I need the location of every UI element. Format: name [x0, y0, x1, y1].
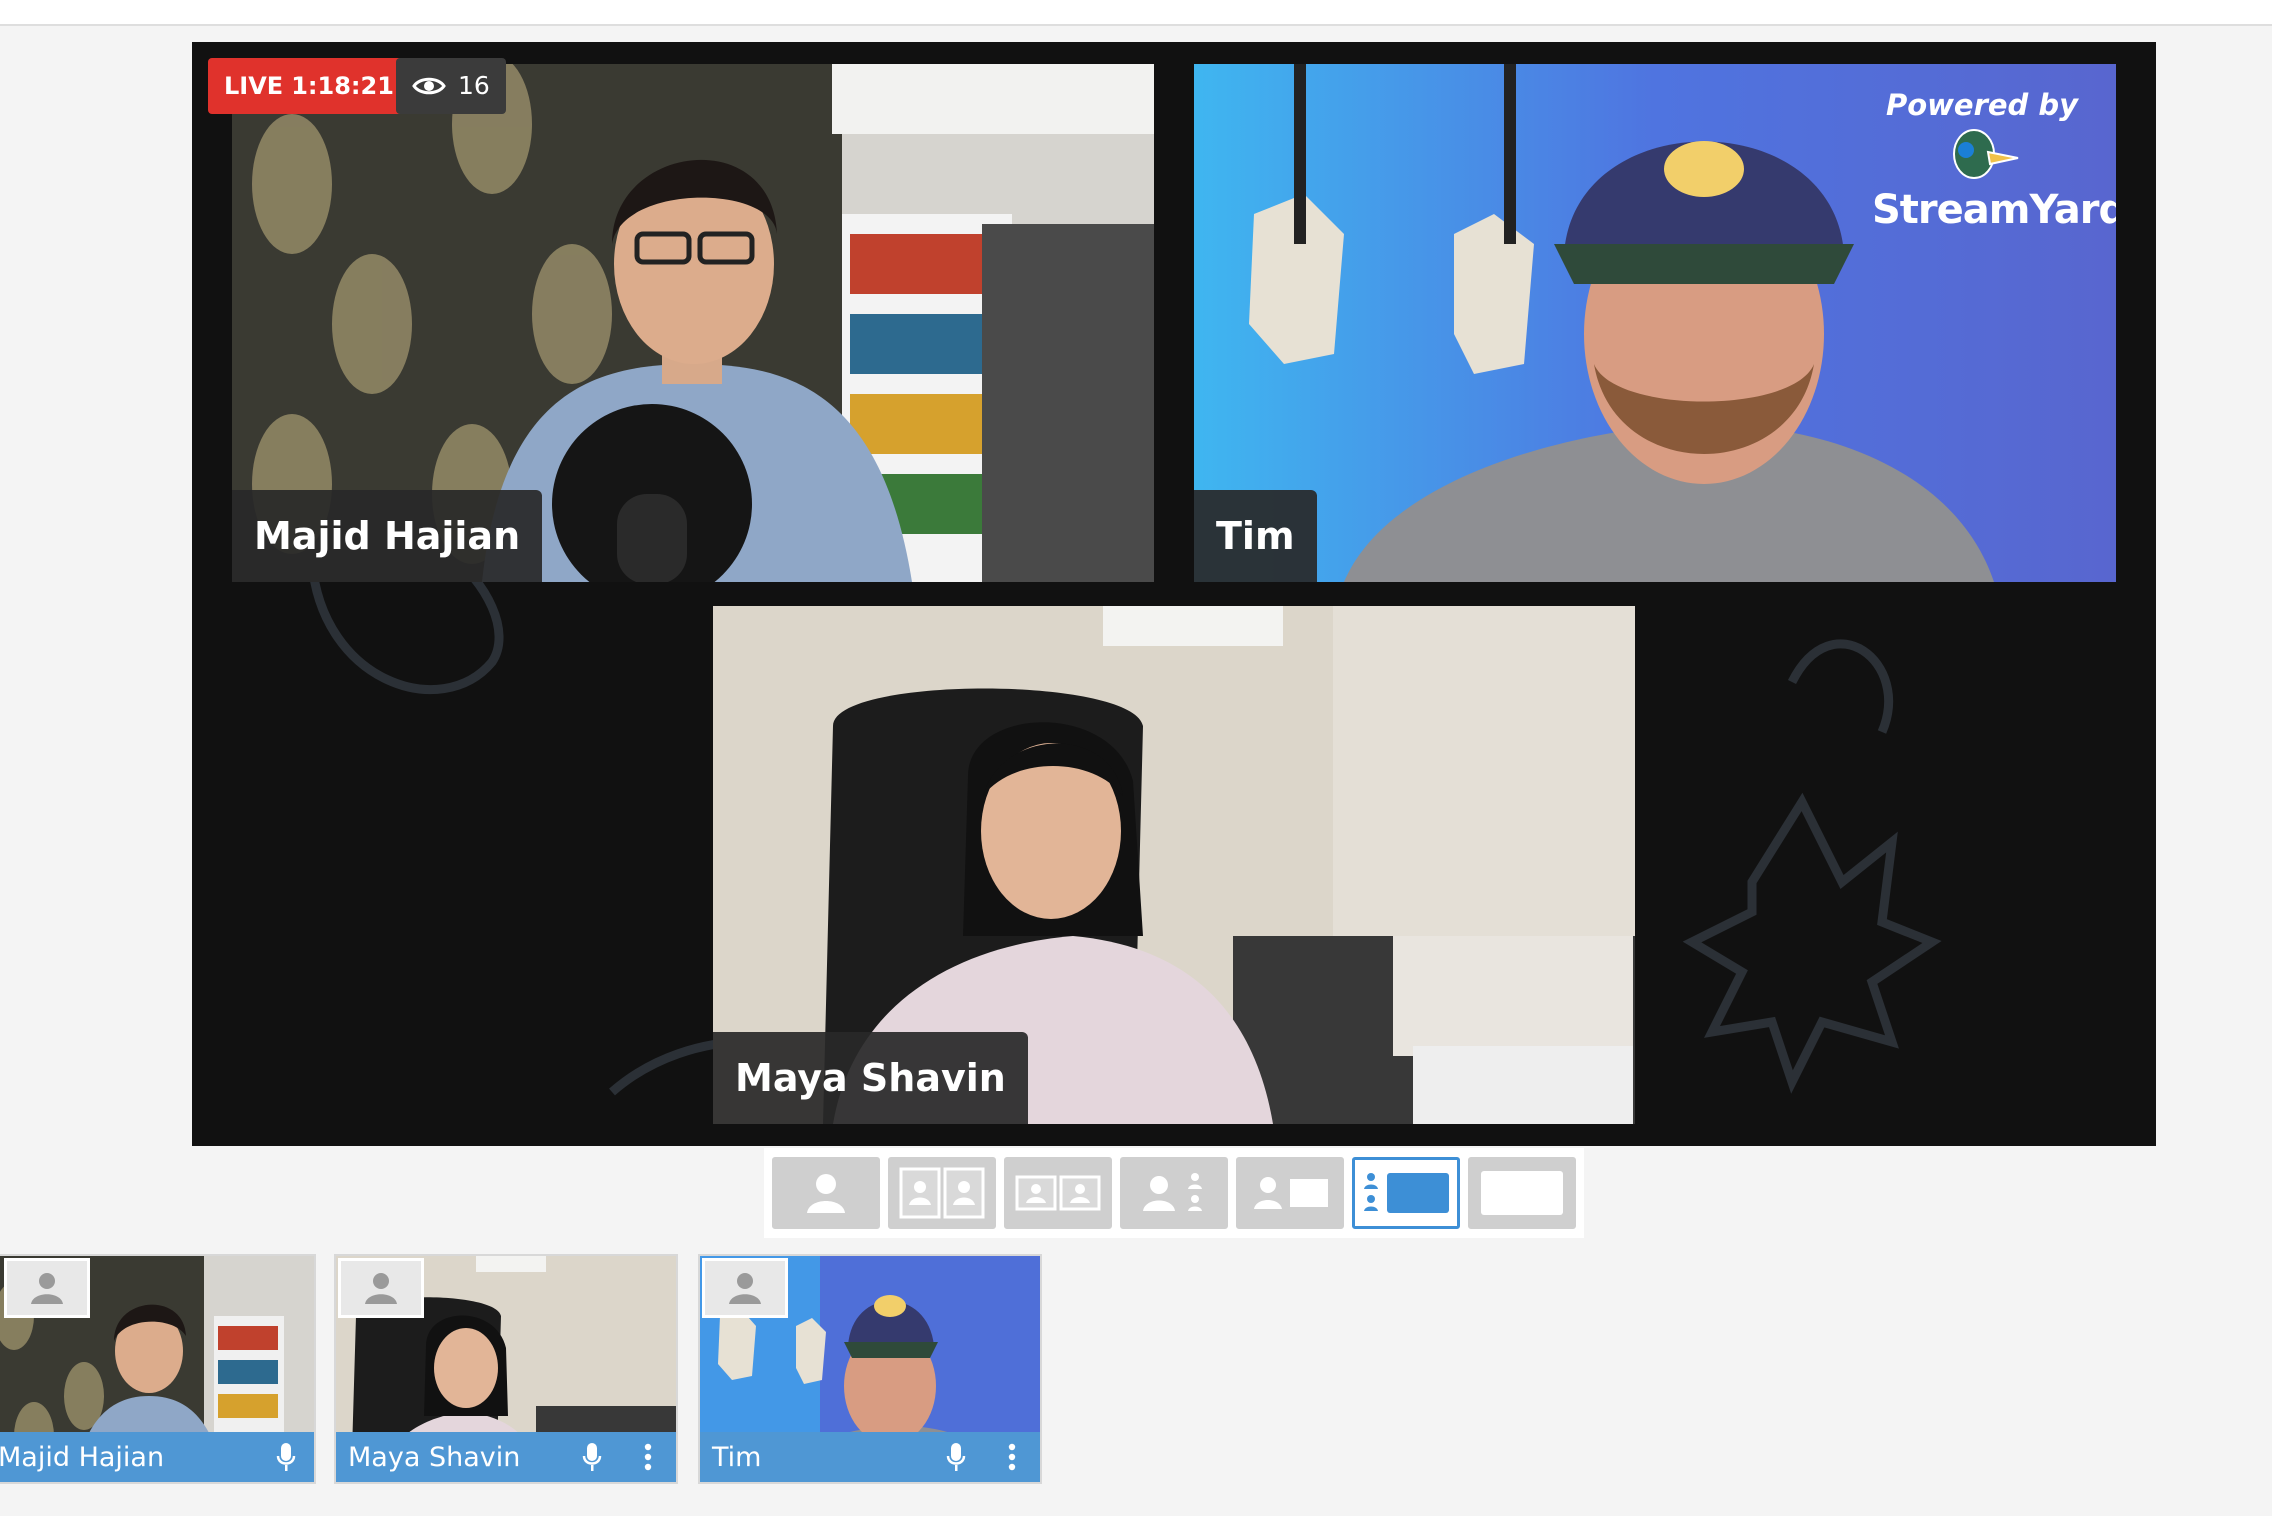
person-icon [365, 1273, 397, 1304]
streamyard-brand-text: StreamYard [1872, 187, 2116, 233]
pip-layout-icon [1364, 1173, 1449, 1213]
live-badge: LIVE 1:18:21 [208, 58, 410, 114]
layout-leader-button[interactable] [1120, 1157, 1228, 1229]
person-icon [31, 1273, 63, 1304]
microphone-icon[interactable] [564, 1432, 620, 1482]
participant-thumbnail-maya[interactable]: Maya Shavin [334, 1254, 678, 1484]
duck-logo-icon [1953, 129, 2019, 179]
camera-toggle-button[interactable] [338, 1258, 424, 1318]
thumbnail-name: Tim [712, 1441, 762, 1473]
thumbnail-name-bar: Majid Hajian [0, 1432, 314, 1482]
layout-screen-only-button[interactable] [1468, 1157, 1576, 1229]
participant-name-tag: Maya Shavin [713, 1032, 1028, 1124]
participant-name-tag: Tim [1194, 490, 1317, 582]
participant-thumbnail-majid[interactable]: Majid Hajian [0, 1254, 316, 1484]
thumbnail-name: Maya Shavin [348, 1441, 521, 1473]
microphone-icon[interactable] [258, 1432, 314, 1482]
layout-cropped-button[interactable] [888, 1157, 996, 1229]
microphone-icon[interactable] [928, 1432, 984, 1482]
camera-toggle-button[interactable] [702, 1258, 788, 1318]
video-tile-majid: Majid Hajian [232, 64, 1154, 582]
video-tile-maya: Maya Shavin [713, 606, 1635, 1124]
viewer-count: 16 [458, 71, 490, 100]
thumbnail-name: Majid Hajian [0, 1441, 165, 1473]
participant-name-tag: Majid Hajian [232, 490, 543, 582]
streamyard-watermark: Powered by StreamYard [1872, 88, 2116, 233]
broadcast-stage: LIVE 1:18:21 16 Majid Hajian Powered by … [192, 42, 2156, 1146]
more-options-icon[interactable] [984, 1432, 1040, 1482]
live-label: LIVE [224, 72, 284, 100]
layout-pip-button[interactable] [1352, 1157, 1460, 1229]
powered-by-text: Powered by [1885, 88, 2079, 122]
video-tile-tim: Powered by StreamYard Tim [1194, 64, 2116, 582]
screen-layout-icon [1254, 1177, 1328, 1209]
thumbnail-name-bar: Maya Shavin [336, 1432, 676, 1482]
more-options-icon[interactable] [620, 1432, 676, 1482]
camera-toggle-button[interactable] [4, 1258, 90, 1318]
eye-icon [412, 77, 446, 95]
thumbnail-name-bar: Tim [700, 1432, 1040, 1482]
live-timer: 1:18:21 [291, 72, 394, 100]
blank-screen-icon [1481, 1171, 1563, 1215]
viewer-count-badge: 16 [396, 58, 506, 114]
two-people-icon [899, 1167, 985, 1219]
layout-selector [764, 1148, 1584, 1238]
layout-solo-button[interactable] [772, 1157, 880, 1229]
group-layout-icon [1015, 1175, 1101, 1211]
leader-layout-icon [1143, 1173, 1202, 1211]
browser-top-bar [0, 0, 2272, 26]
participant-thumbnail-tim[interactable]: Tim [698, 1254, 1042, 1484]
layout-group-button[interactable] [1004, 1157, 1112, 1229]
layout-screen-button[interactable] [1236, 1157, 1344, 1229]
person-icon [807, 1174, 845, 1213]
person-icon [729, 1273, 761, 1304]
